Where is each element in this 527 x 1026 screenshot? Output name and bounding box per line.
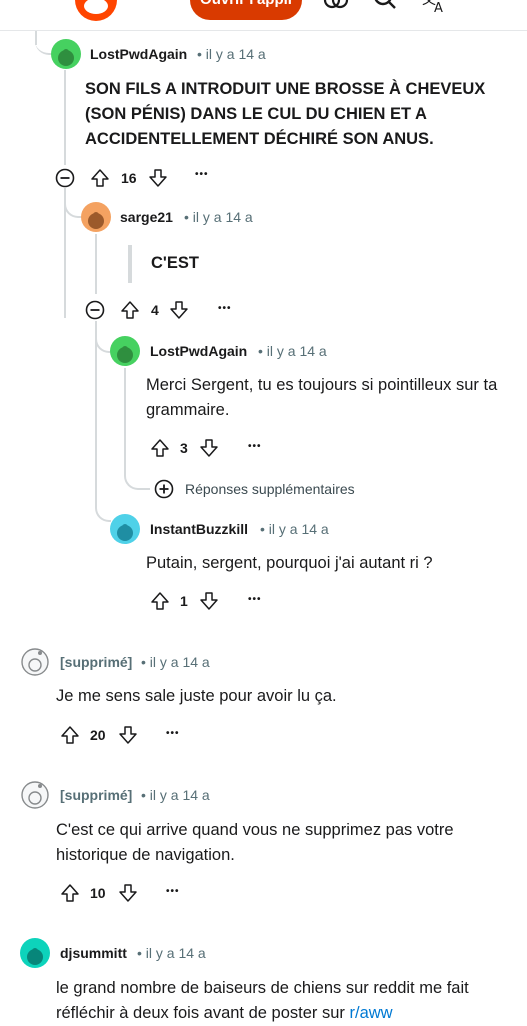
menu-icon[interactable] [28,0,52,13]
top-app-bar: Ouvrir l'appli 文A ••• [0,0,527,31]
avatar[interactable] [20,938,50,968]
comment-body-text: le grand nombre de baiseurs de chiens su… [56,979,469,1022]
reddit-logo-icon[interactable] [74,0,118,27]
downvote-icon[interactable] [118,725,138,750]
avatar[interactable] [81,202,111,232]
comment-body: le grand nombre de baiseurs de chiens su… [56,976,506,1026]
comment-timestamp: • il y a 14 a [141,654,210,670]
comment-timestamp: • il y a 14 a [141,787,210,803]
quote-bar [128,245,132,283]
thread-connector [95,321,111,353]
open-app-button[interactable]: Ouvrir l'appli [190,0,302,20]
comment-body: Je me sens sale juste pour avoir lu ça. [56,687,337,705]
translate-icon[interactable]: 文A [422,0,450,21]
upvote-icon[interactable] [150,591,170,616]
vote-count: 10 [90,885,106,901]
svg-text:A: A [434,1,443,16]
thread-line [64,70,66,165]
upvote-icon[interactable] [60,883,80,908]
comment-author[interactable]: InstantBuzzkill [150,521,248,537]
advertise-icon[interactable] [323,0,349,17]
plus-circle-icon [154,479,174,499]
more-options-icon[interactable]: ••• [166,728,180,739]
downvote-icon[interactable] [118,883,138,908]
subreddit-link[interactable]: r/aww [350,1004,393,1022]
more-options-icon[interactable]: ••• [248,594,262,605]
comment-timestamp: • il y a 14 a [197,46,266,62]
vote-count: 20 [90,727,106,743]
upvote-icon[interactable] [120,300,140,325]
downvote-icon[interactable] [199,591,219,616]
comment-timestamp: • il y a 14 a [258,343,327,359]
more-icon[interactable]: ••• [477,0,494,8]
downvote-icon[interactable] [199,438,219,463]
vote-count: 4 [151,302,159,318]
more-replies-button[interactable] [154,479,174,504]
upvote-icon[interactable] [150,438,170,463]
vote-count: 3 [180,440,188,456]
vote-count: 1 [180,593,188,609]
deleted-user-avatar [20,647,50,677]
downvote-icon[interactable] [169,300,189,325]
upvote-icon[interactable] [60,725,80,750]
comment-timestamp: • il y a 14 a [184,209,253,225]
avatar[interactable] [110,514,140,544]
more-options-icon[interactable]: ••• [248,441,262,452]
thread-connector [124,440,150,490]
comment-body: C'EST [151,254,199,272]
comment-body: C'est ce qui arrive quand vous ne suppri… [56,821,454,864]
more-options-icon[interactable]: ••• [218,303,232,314]
more-replies-label[interactable]: Réponses supplémentaires [185,481,355,497]
vote-count: 16 [121,170,137,186]
comment-author[interactable]: sarge21 [120,209,173,225]
comment-timestamp: • il y a 14 a [260,521,329,537]
thread-connector [64,188,82,218]
upvote-icon[interactable] [90,168,110,193]
comment-body: Merci Sergent, tu es toujours si pointil… [146,376,498,419]
comment-timestamp: • il y a 14 a [137,945,206,961]
comment-author: [supprimé] [60,654,133,670]
more-options-icon[interactable]: ••• [166,886,180,897]
comment-author[interactable]: LostPwdAgain [150,343,247,359]
comment-author[interactable]: djsummitt [60,945,127,961]
comment-body: Putain, sergent, pourquoi j'ai autant ri… [146,554,433,572]
comment-author: [supprimé] [60,787,133,803]
avatar[interactable] [110,336,140,366]
thread-line [95,321,97,507]
thread-connector [35,31,51,55]
deleted-user-avatar [20,780,50,810]
comment-author[interactable]: LostPwdAgain [90,46,187,62]
thread-line [95,234,97,294]
avatar[interactable] [51,39,81,69]
thread-connector [95,490,111,522]
comment-body: SON FILS A INTRODUIT UNE BROSSE À CHEVEU… [85,80,486,148]
downvote-icon[interactable] [148,168,168,193]
search-icon[interactable] [372,0,398,17]
more-options-icon[interactable]: ••• [195,169,209,180]
